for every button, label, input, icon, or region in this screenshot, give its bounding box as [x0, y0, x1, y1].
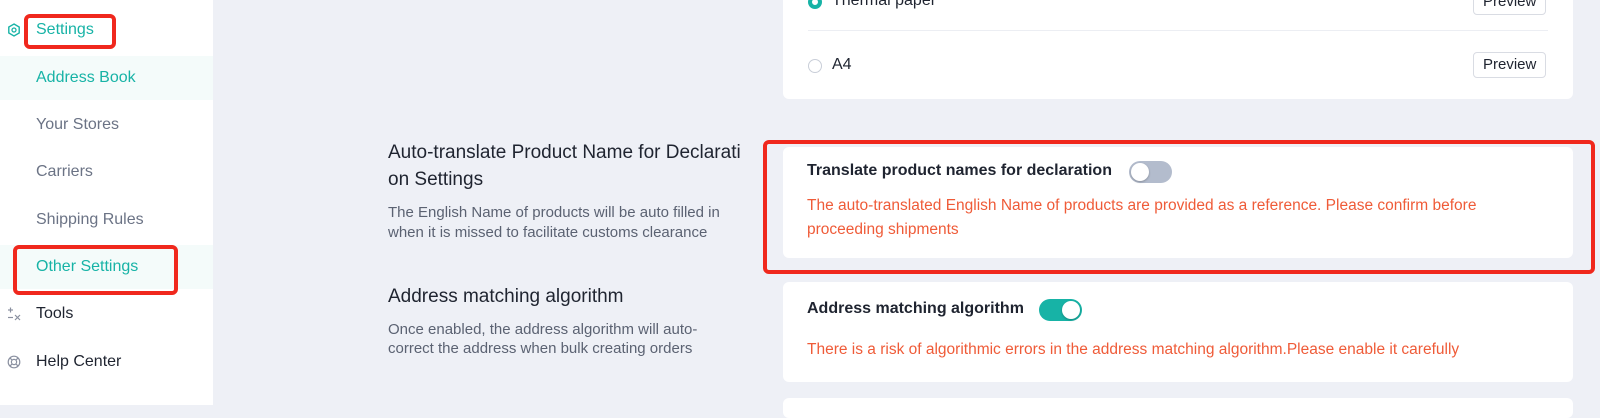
sidebar-item-carriers[interactable]: Carriers — [0, 150, 213, 194]
sidebar-settings-label: Settings — [36, 21, 94, 38]
translate-toggle-label: Translate product names for declaration — [807, 162, 1112, 179]
sidebar: Settings Address Book Your Stores Carrie… — [0, 0, 213, 405]
translate-warning-line1: The auto-translated English Name of prod… — [807, 197, 1477, 214]
address-matching-desc-line1: Once enabled, the address algorithm will… — [388, 321, 698, 338]
sidebar-item-other-settings[interactable]: Other Settings — [0, 245, 213, 289]
radio-a4[interactable] — [808, 59, 822, 73]
address-matching-desc-line2: correct the address when bulk creating o… — [388, 340, 693, 357]
auto-translate-title-line1: Auto-translate Product Name for Declarat… — [388, 142, 741, 163]
paper-size-card: Thermal paper Preview A4 Preview — [783, 0, 1573, 99]
auto-translate-title-line2: on Settings — [388, 169, 484, 190]
settings-hexagon-icon — [6, 22, 22, 38]
address-matching-toggle-label: Address matching algorithm — [807, 300, 1024, 317]
sidebar-item-address-book[interactable]: Address Book — [0, 56, 213, 100]
sidebar-item-label: Carriers — [36, 163, 93, 180]
auto-translate-desc-line2: when it is missed to facilitate customs … — [388, 224, 708, 241]
address-matching-warning: There is a risk of algorithmic errors in… — [807, 341, 1460, 358]
sidebar-item-your-stores[interactable]: Your Stores — [0, 103, 213, 147]
help-lifebuoy-icon — [6, 354, 22, 370]
sidebar-help-label: Help Center — [36, 353, 122, 370]
auto-translate-desc-line1: The English Name of products will be aut… — [388, 204, 720, 221]
sidebar-item-help-center[interactable]: Help Center — [0, 340, 213, 384]
address-matching-toggle[interactable] — [1039, 299, 1082, 321]
sidebar-item-label: Address Book — [36, 69, 136, 86]
sidebar-item-label: Shipping Rules — [36, 211, 144, 228]
tools-icon — [6, 306, 22, 322]
sidebar-tools-label: Tools — [36, 305, 74, 322]
address-matching-card: Address matching algorithm There is a ri… — [783, 282, 1573, 382]
address-matching-title: Address matching algorithm — [388, 286, 624, 307]
translate-toggle[interactable] — [1129, 161, 1172, 183]
radio-thermal-paper[interactable] — [808, 0, 822, 9]
sidebar-item-settings[interactable]: Settings — [0, 8, 213, 52]
next-settings-card — [783, 398, 1573, 418]
divider — [808, 30, 1548, 31]
radio-label-a4: A4 — [832, 56, 852, 73]
sidebar-item-tools[interactable]: Tools — [0, 292, 213, 336]
sidebar-item-label: Your Stores — [36, 116, 120, 133]
toggle-knob — [1131, 163, 1149, 181]
translate-warning-line2: proceeding shipments — [807, 221, 959, 238]
radio-label-thermal-paper: Thermal paper — [832, 0, 937, 9]
preview-a4-button[interactable]: Preview — [1473, 52, 1547, 78]
sidebar-item-label: Other Settings — [36, 258, 139, 275]
preview-thermal-button[interactable]: Preview — [1473, 0, 1547, 15]
auto-translate-card: Translate product names for declaration … — [783, 147, 1573, 258]
toggle-knob — [1062, 301, 1080, 319]
sidebar-item-shipping-rules[interactable]: Shipping Rules — [0, 198, 213, 242]
